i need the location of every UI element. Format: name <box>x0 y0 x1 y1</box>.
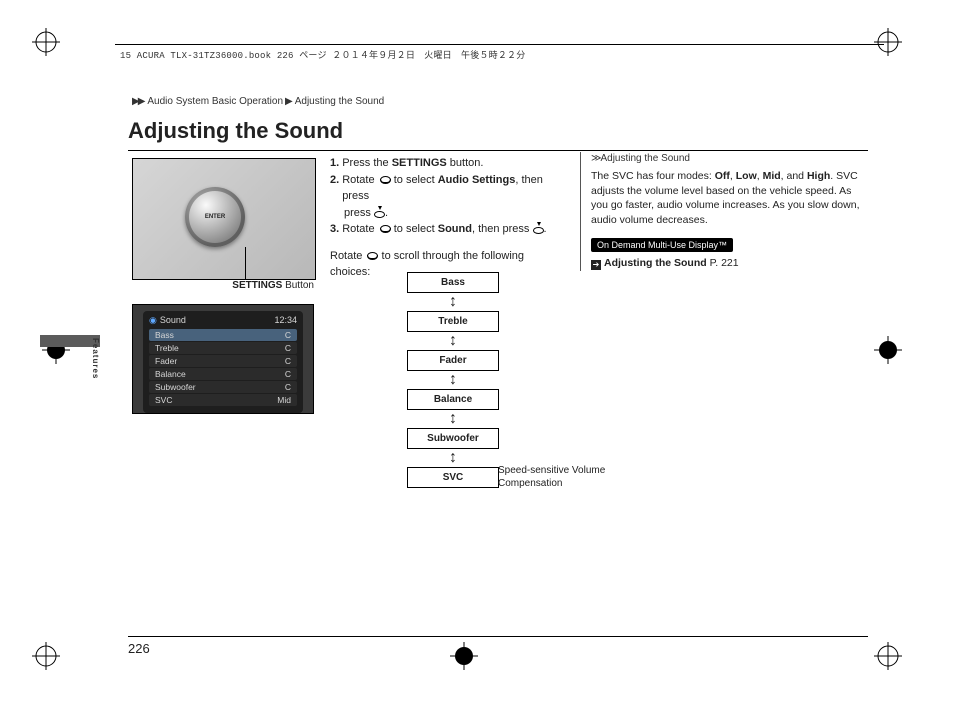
link-page: P. 221 <box>710 257 739 269</box>
cross-ref: ➔Adjusting the Sound P. 221 <box>591 256 870 271</box>
breadcrumb: ▶▶ Audio System Basic Operation▶Adjusting… <box>132 96 384 107</box>
breadcrumb-arrows-icon: ▶▶ <box>132 96 143 107</box>
side-notes: ≫Adjusting the Sound The SVC has four mo… <box>580 152 870 271</box>
flow-diagram: Bass↕Treble↕Fader↕Balance↕Subwoofer↕SVC … <box>348 272 558 488</box>
mode: Low <box>736 170 757 182</box>
photo-settings-dial: ENTER <box>132 158 316 280</box>
print-header: 15 ACURA TLX-31TZ36000.book 226 ページ ２０１４… <box>120 48 525 61</box>
step-strong: Sound <box>438 223 472 235</box>
page-number: 226 <box>128 636 868 656</box>
step-text: press <box>344 207 374 219</box>
photo-caption: SETTINGS Button <box>132 280 314 291</box>
step-strong: Audio Settings <box>438 174 516 186</box>
updown-arrow-icon: ↕ <box>348 373 558 387</box>
reg-mark-icon <box>874 336 902 364</box>
back-dot-icon: ◉ <box>149 315 157 325</box>
svc-note: Speed-sensitive Volume Compensation <box>498 465 608 490</box>
updown-arrow-icon: ↕ <box>348 295 558 309</box>
link-icon: ➔ <box>591 260 601 270</box>
step-text: Press the <box>342 157 392 169</box>
step-text: Rotate <box>342 223 377 235</box>
model-chip: On Demand Multi-Use Display™ <box>591 238 733 253</box>
step-text: . <box>385 207 388 219</box>
breadcrumb-part: Adjusting the Sound <box>295 96 385 107</box>
step-text: to select <box>391 174 438 186</box>
flow-node: Treble <box>407 311 499 332</box>
dial-icon: ENTER <box>185 187 245 247</box>
rotate-knob-icon <box>365 250 378 261</box>
screen-title: Sound <box>160 315 186 325</box>
updown-arrow-icon: ↕ <box>348 412 558 426</box>
photo-caption-rest: Button <box>282 280 314 291</box>
step-text: to select <box>391 223 438 235</box>
screen-clock: 12:34 <box>274 315 297 326</box>
step-text: Rotate <box>342 174 377 186</box>
mode: Mid <box>763 170 781 182</box>
breadcrumb-sep-icon: ▶ <box>285 96 293 107</box>
note-text: Rotate <box>330 250 365 262</box>
step-text: button. <box>447 157 484 169</box>
infotainment-screenshot: ◉Sound 12:34 BassCTrebleCFaderCBalanceCS… <box>132 304 314 414</box>
mode: Off <box>715 170 730 182</box>
step-text: , then press <box>472 223 533 235</box>
screen-row: SubwooferC <box>149 381 297 393</box>
mode: High <box>807 170 830 182</box>
photo-caption-strong: SETTINGS <box>232 280 282 291</box>
updown-arrow-icon: ↕ <box>348 334 558 348</box>
callout-line <box>245 247 246 280</box>
press-knob-icon <box>374 207 385 218</box>
screen-row: BassC <box>149 329 297 341</box>
svc-description: The SVC has four modes: Off, Low, Mid, a… <box>591 169 870 228</box>
flow-node: Balance <box>407 389 499 410</box>
reg-mark-icon <box>874 642 902 670</box>
link-label: Adjusting the Sound <box>604 257 707 269</box>
screen-row: FaderC <box>149 355 297 367</box>
flow-node: SVC <box>407 467 499 488</box>
breadcrumb-part: Audio System Basic Operation <box>147 96 283 107</box>
press-knob-icon <box>533 223 544 234</box>
header-rule <box>115 44 884 45</box>
page: 15 ACURA TLX-31TZ36000.book 226 ページ ２０１４… <box>0 0 954 718</box>
reg-mark-icon <box>874 28 902 56</box>
reg-mark-icon <box>32 28 60 56</box>
flow-node: Fader <box>407 350 499 371</box>
screen-row: SVCMid <box>149 394 297 406</box>
screen-row: TrebleC <box>149 342 297 354</box>
rotate-knob-icon <box>378 223 391 234</box>
screen-row: BalanceC <box>149 368 297 380</box>
text: The SVC has four modes: <box>591 170 715 182</box>
step-text: . <box>544 223 547 235</box>
updown-arrow-icon: ↕ <box>348 451 558 465</box>
flow-node: Bass <box>407 272 499 293</box>
flow-node: Subwoofer <box>407 428 499 449</box>
step-strong: SETTINGS <box>392 157 447 169</box>
side-notes-title: Adjusting the Sound <box>600 153 690 164</box>
side-label: Features <box>91 338 100 379</box>
rotate-knob-icon <box>378 174 391 185</box>
chevron-icon: ≫ <box>591 153 598 164</box>
reg-mark-icon <box>32 642 60 670</box>
page-title: Adjusting the Sound <box>128 118 868 151</box>
instructions: 1.Press the SETTINGS button. 2.Rotate to… <box>330 156 560 281</box>
